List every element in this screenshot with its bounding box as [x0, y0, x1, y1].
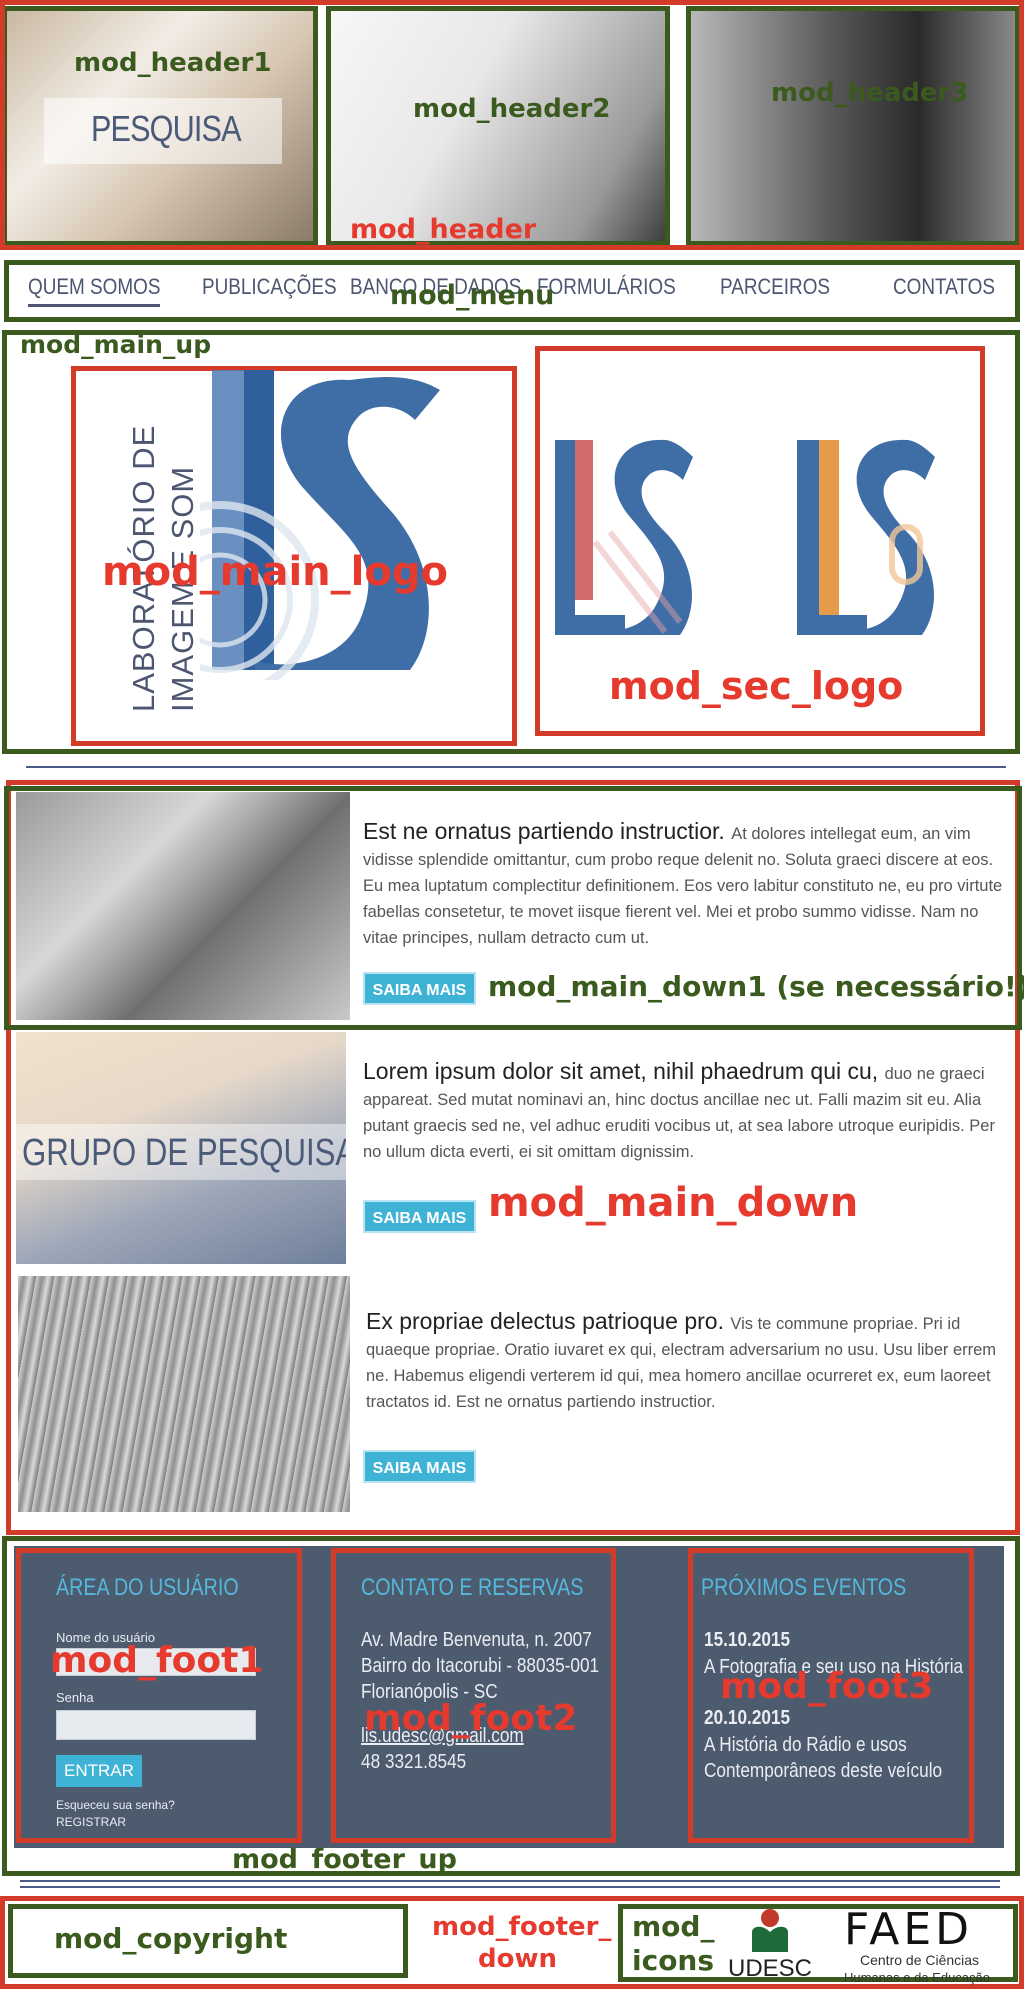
udesc-logo-icon — [752, 1909, 788, 1952]
mod-footer-up-label: mod_footer_up — [232, 1844, 457, 1875]
mod-header1-label: mod_header1 — [74, 48, 272, 78]
mod-copyright-label: mod_copyright — [54, 1922, 288, 1955]
faed-logo-subtitle-2: Humanas e da Educação — [844, 1970, 990, 1985]
mod-foot2-label: mod_foot2 — [364, 1698, 578, 1739]
login-button[interactable]: ENTRAR — [56, 1755, 142, 1787]
article1-title: Est ne ornatus partiendo instructior. — [363, 818, 732, 844]
forgot-password-link[interactable]: Esqueceu sua senha? — [56, 1798, 175, 1812]
mod-main-up-label: mod_main_up — [20, 330, 212, 359]
article3-image — [18, 1276, 350, 1512]
udesc-logo-text: UDESC — [728, 1955, 813, 1982]
mod-header3-label: mod_header3 — [771, 78, 969, 108]
article3-title: Ex propriae delectus patrioque pro. — [366, 1308, 731, 1334]
event2-text-line1[interactable]: A História do Rádio e usos — [704, 1732, 907, 1758]
article2-saiba-mais-button[interactable]: SAIBA MAIS — [363, 1200, 476, 1233]
section-divider — [26, 766, 1006, 768]
menu-item-parceiros[interactable]: PARCEIROS — [720, 274, 830, 300]
faed-logo-subtitle-1: Centro de Ciências — [860, 1952, 980, 1968]
foot3-title: PRÓXIMOS EVENTOS — [701, 1574, 907, 1601]
menu-item-quem-somos[interactable]: QUEM SOMOS — [28, 274, 160, 300]
article2-text: Lorem ipsum dolor sit amet, nihil phaedr… — [363, 1058, 1006, 1165]
mod-sec-logo-label: mod_sec_logo — [609, 664, 904, 708]
mod-icons-label-2: icons — [632, 1944, 715, 1977]
phone-number: 48 3321.8545 — [361, 1751, 467, 1773]
mod-footer-down-label-1: mod_footer_ — [432, 1912, 612, 1942]
mod-main-down1-label: mod_main_down1 (se necessário!) — [488, 970, 1024, 1003]
mod-footer-down-label-2: down — [478, 1944, 558, 1974]
article1-image — [16, 792, 350, 1020]
mod-main-down-label: mod_main_down — [488, 1180, 859, 1226]
article1-saiba-mais-button[interactable]: SAIBA MAIS — [363, 972, 476, 1005]
address-line1: Av. Madre Benvenuta, n. 2007 — [361, 1629, 592, 1651]
register-link[interactable]: REGISTRAR — [56, 1815, 126, 1829]
event1-date: 15.10.2015 — [704, 1629, 791, 1651]
faed-logo-text: FAED — [844, 1904, 974, 1955]
menu-item-contatos[interactable]: CONTATOS — [893, 274, 995, 300]
article3-text: Ex propriae delectus patrioque pro. Vis … — [366, 1308, 1000, 1415]
event2-date: 20.10.2015 — [704, 1707, 791, 1729]
footer-divider-1 — [20, 1880, 1000, 1882]
mod-menu-label: mod_menu — [390, 280, 555, 311]
article1-text: Est ne ornatus partiendo instructior. At… — [363, 818, 1006, 951]
sec-logo-film-graphic — [555, 439, 693, 635]
password-input[interactable] — [56, 1710, 256, 1740]
main-logo-graphic — [200, 370, 440, 680]
event2-text-line2[interactable]: Contemporâneos deste veículo — [704, 1758, 942, 1784]
menu-item-formularios[interactable]: FORMULÁRIOS — [537, 274, 676, 300]
foot2-title: CONTATO E RESERVAS — [361, 1574, 584, 1601]
article3-saiba-mais-button[interactable]: SAIBA MAIS — [363, 1450, 476, 1483]
sec-logo-mic-graphic — [797, 439, 935, 635]
foot1-title: ÁREA DO USUÁRIO — [56, 1574, 239, 1601]
mod-foot1-label: mod_foot1 — [50, 1640, 264, 1681]
mod-header2-label: mod_header2 — [413, 94, 611, 124]
footer-divider-2 — [20, 1886, 1000, 1888]
article2-image: GRUPO DE PESQUISA — [16, 1032, 346, 1264]
article2-title: Lorem ipsum dolor sit amet, nihil phaedr… — [363, 1058, 885, 1084]
password-label: Senha — [56, 1690, 94, 1705]
article2-image-caption: GRUPO DE PESQUISA — [22, 1132, 346, 1174]
address-line2: Bairro do Itacorubi - 88035-001 — [361, 1655, 600, 1677]
menu-active-underline — [28, 304, 160, 307]
mod-icons-label-1: mod_ — [632, 1910, 715, 1943]
mod-header-frame — [0, 0, 1024, 250]
mod-header-label: mod_header — [350, 214, 537, 245]
mod-foot3-label: mod_foot3 — [720, 1666, 934, 1707]
mod-main-logo-label: mod_main_logo — [102, 549, 448, 595]
menu-item-publicacoes[interactable]: PUBLICAÇÕES — [202, 274, 337, 300]
